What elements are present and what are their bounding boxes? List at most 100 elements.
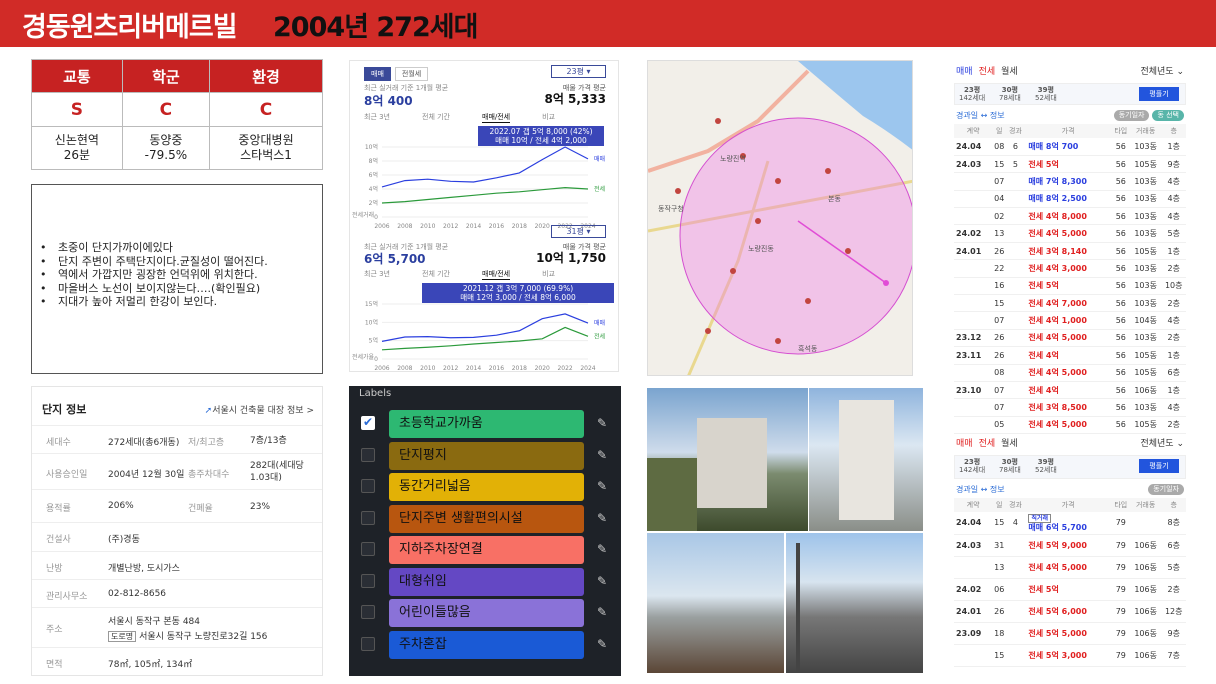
year-filter[interactable]: 전체년도 ⌄	[1140, 436, 1184, 449]
table-row[interactable]: 16 전세 5억 56 103동 10층	[954, 277, 1186, 296]
tx-col-header[interactable]: 가격	[1024, 498, 1112, 512]
table-row[interactable]: 22 전세 4억 3,000 56 103동 2층	[954, 259, 1186, 278]
table-row[interactable]: 07 전세 4억 1,000 56 104동 4층	[954, 311, 1186, 330]
table-row[interactable]: 15 전세 4억 7,000 56 103동 2층	[954, 294, 1186, 313]
table-row[interactable]: 08 전세 4억 5,000 56 105동 6층	[954, 364, 1186, 382]
size-select-1[interactable]: 23평 ▾	[551, 65, 606, 78]
elapsed-toggle[interactable]: 경과일 ↔ 정보	[956, 484, 1005, 495]
label-row[interactable]: 지하주차장연결 ✎	[361, 536, 611, 564]
pencil-icon[interactable]: ✎	[597, 574, 607, 588]
table-row[interactable]: 23.12 26 전세 4억 5,000 56 103동 2층	[954, 329, 1186, 348]
pencil-icon[interactable]: ✎	[597, 479, 607, 493]
table-row[interactable]: 23.11 26 전세 4억 56 105동 1층	[954, 346, 1186, 365]
table-row[interactable]: 15 전세 5억 3,000 79 106동 7층	[954, 644, 1186, 667]
tab-sale[interactable]: 매매	[364, 67, 391, 81]
tx-col-header[interactable]: 타입	[1111, 124, 1130, 138]
label-checkbox[interactable]	[361, 510, 375, 525]
table-row[interactable]: 23.10 07 전세 4억 56 106동 1층	[954, 381, 1186, 400]
tx-col-header[interactable]: 타입	[1111, 498, 1130, 512]
table-row[interactable]: 24.03 31 전세 5억 9,000 79 106동 6층	[954, 534, 1186, 557]
pencil-icon[interactable]: ✎	[597, 542, 607, 556]
tx-col-header[interactable]: 일	[992, 498, 1007, 512]
pencil-icon[interactable]: ✎	[597, 605, 607, 619]
tab-sale[interactable]: 매매	[956, 67, 973, 77]
size-option[interactable]: 23평 142세대	[959, 458, 985, 474]
label-pill[interactable]: 단지주변 생활편의시설	[389, 504, 584, 533]
elapsed-toggle[interactable]: 경과일 ↔ 정보	[956, 110, 1005, 121]
tab-sale-lease[interactable]: 매매/전세	[482, 269, 511, 280]
tx-col-header[interactable]: 경과	[1006, 124, 1025, 138]
tx-col-header[interactable]: 일	[992, 124, 1007, 138]
label-row[interactable]: 단지주변 생활편의시설 ✎	[361, 504, 611, 533]
tab-sale[interactable]: 매매	[956, 439, 973, 449]
chip-sync-date[interactable]: 동기일자	[1148, 484, 1184, 495]
location-map[interactable]: 노량진역 동작구청 노량진동 흑석동 본동	[647, 60, 913, 376]
tx-col-header[interactable]: 계약	[954, 124, 993, 138]
label-pill[interactable]: 지하주차장연결	[389, 536, 584, 564]
size-option[interactable]: 39평 52세대	[1035, 86, 1057, 102]
tx-col-header[interactable]: 거래동	[1129, 498, 1162, 512]
label-checkbox[interactable]	[361, 447, 375, 462]
label-row[interactable]: 대형쉬임 ✎	[361, 567, 611, 596]
year-filter[interactable]: 전체년도 ⌄	[1140, 64, 1184, 77]
label-row[interactable]: 단지평지 ✎	[361, 441, 611, 470]
tx-col-header[interactable]: 계약	[954, 498, 993, 512]
label-pill[interactable]: 대형쉬임	[389, 567, 584, 596]
table-row[interactable]: 24.04 15 4 직거래 매매 6억 5,700 79 8층	[954, 512, 1186, 535]
chip-sync-date[interactable]: 동기일자	[1113, 110, 1150, 121]
table-row[interactable]: 24.01 26 전세 3억 8,140 56 105동 1층	[954, 242, 1186, 261]
expand-button[interactable]: 평플기	[1139, 459, 1179, 473]
label-pill[interactable]: 초등학교가까움	[389, 410, 584, 438]
table-row[interactable]: 24.03 15 5 전세 5억 56 105동 9층	[954, 155, 1186, 174]
label-checkbox[interactable]: ✔	[361, 415, 375, 430]
table-row[interactable]: 07 전세 3억 8,500 56 103동 4층	[954, 398, 1186, 417]
chip-building-select[interactable]: 동 선택	[1152, 110, 1184, 121]
tab-lease[interactable]: 전세	[979, 67, 996, 77]
label-checkbox[interactable]	[361, 636, 375, 651]
table-row[interactable]: 24.04 08 6 매매 8억 700 56 103동 1층	[954, 138, 1186, 156]
expand-button[interactable]: 평플기	[1139, 87, 1179, 101]
tab-compare[interactable]: 비교	[542, 112, 555, 123]
label-row[interactable]: 주차혼잡 ✎	[361, 630, 611, 659]
table-row[interactable]: 04 매매 8억 2,500 56 103동 4층	[954, 190, 1186, 209]
tx-col-header[interactable]: 거래동	[1129, 124, 1162, 138]
tab-all[interactable]: 전체 기간	[422, 269, 450, 280]
size-option[interactable]: 39평 52세대	[1035, 458, 1057, 474]
pencil-icon[interactable]: ✎	[597, 416, 607, 430]
size-option[interactable]: 30평 78세대	[999, 86, 1021, 102]
pencil-icon[interactable]: ✎	[597, 511, 607, 525]
pencil-icon[interactable]: ✎	[597, 637, 607, 651]
label-row[interactable]: 어린이들많음 ✎	[361, 599, 611, 627]
tab-compare[interactable]: 비교	[542, 269, 555, 280]
table-row[interactable]: 24.02 06 전세 5억 79 106동 2층	[954, 578, 1186, 601]
label-row[interactable]: ✔ 초등학교가까움 ✎	[361, 410, 611, 438]
size-option[interactable]: 30평 78세대	[999, 458, 1021, 474]
tab-3y[interactable]: 최근 3년	[364, 269, 390, 280]
tab-lease[interactable]: 전월세	[394, 67, 429, 81]
table-row[interactable]: 23.09 18 전세 5억 5,000 79 106동 9층	[954, 622, 1186, 645]
label-checkbox[interactable]	[361, 479, 375, 493]
label-pill[interactable]: 단지평지	[389, 441, 584, 470]
building-registry-link[interactable]: ➚서울시 건축물 대장 정보 >	[205, 403, 314, 416]
label-checkbox[interactable]	[361, 573, 375, 588]
size-select-2[interactable]: 31평 ▾	[551, 225, 606, 238]
table-row[interactable]: 24.01 26 전세 5억 6,000 79 106동 12층	[954, 600, 1186, 623]
tx-col-header[interactable]: 층	[1161, 498, 1186, 512]
table-row[interactable]: 13 전세 4억 5,000 79 106동 5층	[954, 556, 1186, 579]
label-pill[interactable]: 주차혼잡	[389, 630, 584, 659]
tab-lease[interactable]: 전세	[979, 439, 996, 449]
table-row[interactable]: 02 전세 4억 8,000 56 103동 4층	[954, 207, 1186, 226]
tab-monthly[interactable]: 월세	[1001, 439, 1018, 449]
pencil-icon[interactable]: ✎	[597, 448, 607, 462]
label-pill[interactable]: 동간거리넓음	[389, 473, 584, 501]
table-row[interactable]: 07 매매 7억 8,300 56 103동 4층	[954, 172, 1186, 191]
size-option[interactable]: 23평 142세대	[959, 86, 985, 102]
tab-3y[interactable]: 최근 3년	[364, 112, 390, 123]
label-checkbox[interactable]	[361, 542, 375, 556]
tx-col-header[interactable]: 경과	[1006, 498, 1025, 512]
tab-monthly[interactable]: 월세	[1001, 67, 1018, 77]
label-checkbox[interactable]	[361, 605, 375, 619]
label-row[interactable]: 동간거리넓음 ✎	[361, 473, 611, 501]
tx-col-header[interactable]: 가격	[1024, 124, 1112, 138]
tab-sale-lease[interactable]: 매매/전세	[482, 112, 511, 123]
